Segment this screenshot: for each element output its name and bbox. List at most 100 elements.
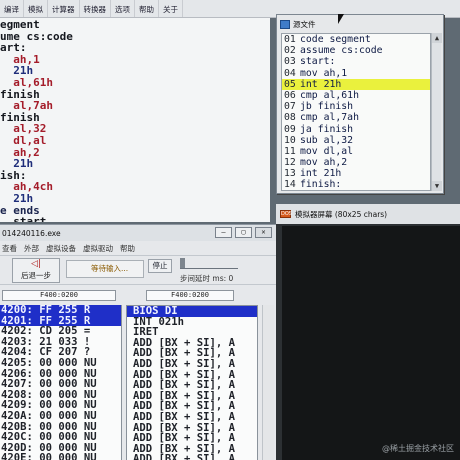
source-line: 03 start: [282, 56, 430, 67]
memory-row[interactable]: 4205: 00 000 NU [0, 358, 121, 369]
slider-thumb[interactable] [180, 258, 185, 268]
emulator-debug-window: 014240116.exe — ▢ ✕ 查看 外部 虚拟设备 虚拟驱动 帮助 ◁| 后退… [0, 224, 276, 460]
toolbar-button[interactable]: 模拟 [24, 0, 48, 17]
toolbar-button[interactable]: 转换器 [80, 0, 111, 17]
watermark: @稀土掘金技术社区 [382, 444, 454, 453]
line-number: 06 [284, 89, 296, 101]
source-line: 01 code segment [282, 34, 430, 45]
debug-menu-item[interactable]: 查看 [2, 243, 17, 254]
toolbar-button-label: 转换器 [83, 5, 107, 14]
disasm-row[interactable]: ADD [BX + SI], A [127, 454, 257, 460]
memory-list[interactable]: 4200: FF 255 R 4201: FF 255 R 4202: CD 205… [0, 305, 122, 460]
debug-menu-item[interactable]: 虚拟驱动 [83, 243, 113, 254]
line-code: cmp al,7ah [300, 112, 359, 124]
memory-row[interactable]: 420A: 00 000 NU [0, 411, 121, 422]
memory-row[interactable]: 4200: FF 255 R [0, 305, 121, 316]
line-code: mov ah,2 [300, 157, 348, 169]
debug-scrollbar[interactable] [262, 305, 274, 460]
editor-line: al,61h [0, 75, 53, 89]
close-icon[interactable]: ✕ [255, 227, 272, 238]
memory-row[interactable]: 420E: 00 000 NU [0, 453, 121, 460]
disassembly-list[interactable]: BIOS DI INT 021h IRET ADD [BX + SI], A ADD [… [126, 305, 258, 460]
debug-menu-item[interactable]: 帮助 [120, 243, 135, 254]
source-scrollbar[interactable]: ▲ ▼ [431, 33, 442, 191]
toolbar-button[interactable]: 计算器 [48, 0, 80, 17]
toolbar-button-label: 帮助 [139, 5, 154, 14]
disasm-address-field[interactable]: F400:0200 [146, 290, 234, 301]
line-number: 13 [284, 168, 296, 180]
editor-line: ah,1 [0, 52, 40, 66]
emulator-screen-window: DOS 模拟器屏幕 (80x25 chars) @稀土掘金技术社区 [276, 204, 460, 460]
stop-button[interactable]: 停止 [148, 259, 172, 273]
emulator-title: 模拟器屏幕 (80x25 chars) [295, 209, 388, 219]
editor-line: egment [0, 18, 40, 31]
source-file-window: 源文件 01 code segment 02 assume cs:code 03 star… [276, 14, 444, 194]
disasm-row[interactable]: ADD [BX + SI], A [127, 412, 257, 423]
line-code: jb finish [300, 101, 354, 113]
window-controls: — ▢ ✕ [215, 227, 272, 238]
line-number: 07 [284, 101, 296, 113]
line-number: 04 [284, 67, 296, 79]
emulator-display[interactable] [282, 226, 460, 460]
disasm-row[interactable]: BIOS DI [127, 306, 257, 317]
toolbar-button[interactable]: 关于 [159, 0, 183, 17]
line-code: assume cs:code [300, 45, 383, 57]
line-code: int 21h [300, 78, 342, 90]
disasm-row[interactable]: ADD [BX + SI], A [127, 359, 257, 370]
source-window-title: 源文件 [293, 19, 316, 29]
source-line: 07 jb finish [282, 101, 430, 112]
step-delay-label: 步间延时 ms: 0 [180, 274, 234, 283]
source-line: 09 ja finish [282, 124, 430, 135]
line-number: 05 [284, 78, 296, 90]
source-line: 10 sub al,32 [282, 135, 430, 146]
dos-icon: DOS [280, 210, 292, 218]
toolbar-button-label: 计算器 [52, 5, 75, 14]
waiting-input-status: 等待输入... [66, 260, 144, 278]
toolbar-button[interactable]: 帮助 [135, 0, 159, 17]
minimize-icon[interactable]: — [215, 227, 232, 238]
toolbar-button[interactable]: 选项 [111, 0, 135, 17]
emulator-titlebar[interactable]: DOS 模拟器屏幕 (80x25 chars) [276, 204, 460, 224]
editor-line: 21h [0, 157, 34, 171]
source-line: 05 int 21h [282, 78, 430, 90]
toolbar-button-label: 关于 [163, 5, 178, 14]
toolbar-button-label: 选项 [115, 5, 130, 14]
line-code: start: [300, 56, 336, 68]
memory-address-field[interactable]: F400:0200 [2, 290, 116, 301]
main-toolbar: 编译 模拟 计算器 转换器 选项 帮助 关于 [0, 0, 276, 18]
toolbar-button[interactable]: 编译 [0, 0, 24, 17]
line-number: 10 [284, 134, 296, 146]
line-code: mov dl,al [300, 145, 354, 157]
editor-line: ah,2 [0, 145, 40, 159]
editor-line: ume cs:code [0, 29, 73, 43]
line-number: 01 [284, 34, 296, 45]
line-number: 12 [284, 157, 296, 169]
editor-line: ah,4ch [0, 180, 53, 194]
scroll-down-icon[interactable]: ▼ [432, 181, 442, 191]
line-number: 09 [284, 123, 296, 135]
source-window-titlebar[interactable]: 源文件 [277, 15, 443, 33]
editor-line: dl,al [0, 133, 47, 147]
source-line: 02 assume cs:code [282, 45, 430, 56]
line-code: finish: [300, 179, 342, 191]
source-line: 06 cmp al,61h [282, 90, 430, 101]
maximize-icon[interactable]: ▢ [235, 227, 252, 238]
editor-line: al,7ah [0, 99, 53, 113]
document-icon [280, 19, 290, 29]
line-code: int 21h [300, 168, 342, 180]
step-back-icon: ◁| [31, 259, 41, 269]
debug-menu-item[interactable]: 虚拟设备 [46, 243, 76, 254]
line-number: 08 [284, 112, 296, 124]
debug-menu-item[interactable]: 外部 [24, 243, 39, 254]
step-delay-slider[interactable] [180, 258, 238, 269]
source-line: 12 mov ah,2 [282, 157, 430, 168]
line-code: mov ah,1 [300, 67, 348, 79]
address-bar: F400:0200 F400:0200 [0, 285, 276, 305]
code-editor[interactable]: egment ume cs:code art: ah,1 21h al,61h fin… [0, 18, 270, 222]
editor-line: start [0, 215, 47, 222]
line-code: sub al,32 [300, 134, 354, 146]
source-line: 04 mov ah,1 [282, 68, 430, 79]
source-line: 13 int 21h [282, 168, 430, 179]
scroll-up-icon[interactable]: ▲ [432, 33, 442, 43]
step-back-button[interactable]: ◁| 后退一步 [12, 258, 60, 283]
